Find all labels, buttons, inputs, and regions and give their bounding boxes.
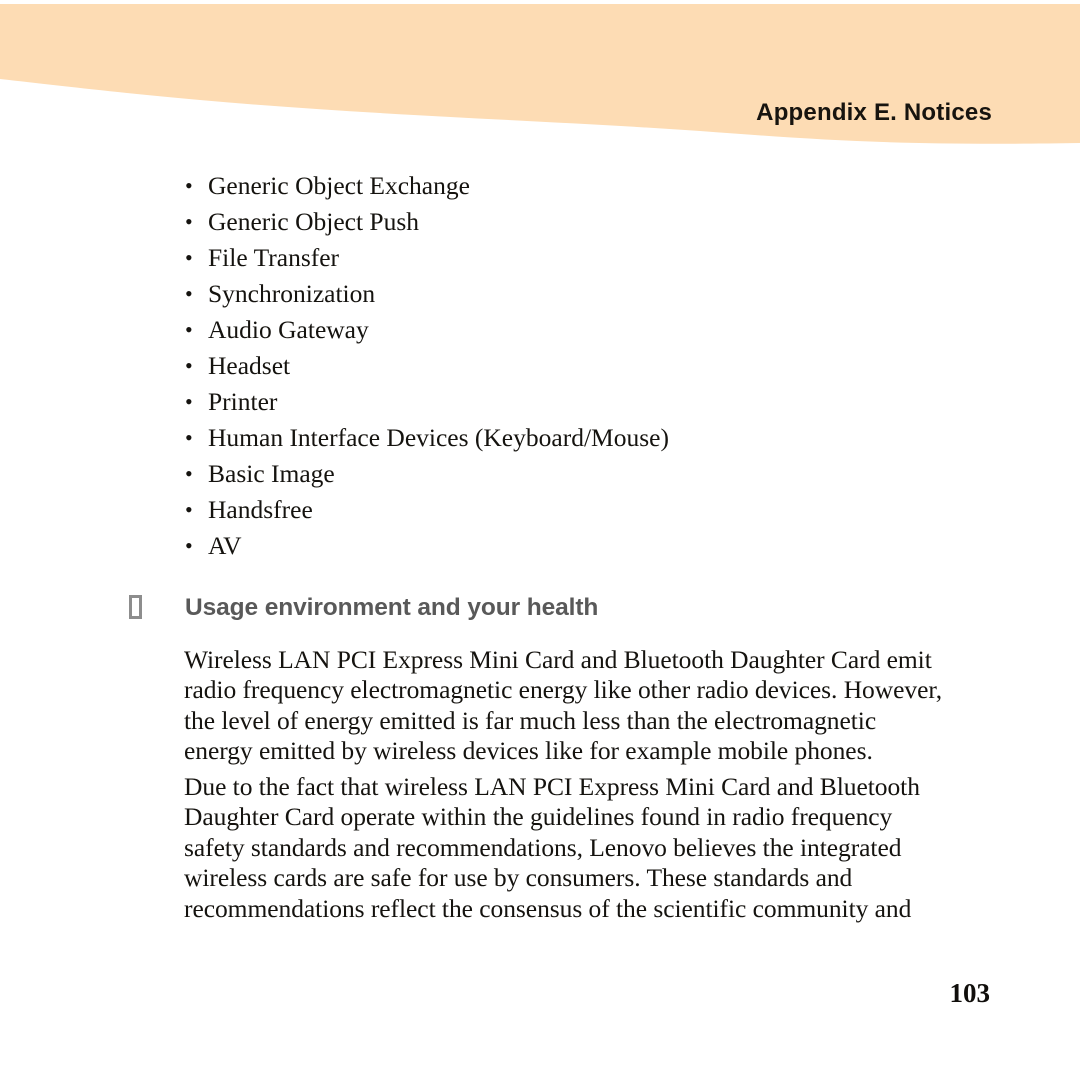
paragraph-line: safety standards and recommendations, Le… [184, 832, 902, 862]
bullet-icon: • [185, 173, 193, 198]
bullet-icon: • [185, 497, 193, 522]
bullet-icon: • [185, 461, 193, 486]
list-item: • File Transfer [0, 240, 1080, 276]
list-item-label: Handsfree [208, 495, 313, 524]
list-item: • Generic Object Exchange [0, 168, 1080, 204]
page-number: 103 [949, 978, 991, 1008]
list-item: • AV [0, 528, 1080, 564]
list-item: • Synchronization [0, 276, 1080, 312]
document-page: Appendix E. Notices • Generic Object Exc… [0, 0, 1080, 1080]
page-title: Appendix E. Notices [756, 99, 992, 126]
section-heading: Usage environment and your health [0, 592, 1080, 626]
bullet-icon: • [185, 281, 193, 306]
list-item-label: Synchronization [208, 279, 376, 308]
body-paragraph: Due to the fact that wireless LAN PCI Ex… [184, 772, 1024, 924]
list-item: • Human Interface Devices (Keyboard/Mous… [0, 420, 1080, 456]
bullet-icon: • [185, 533, 193, 558]
list-item-label: Generic Object Exchange [208, 171, 470, 200]
bullet-icon: • [185, 353, 193, 378]
list-item: • Printer [0, 384, 1080, 420]
bullet-icon: • [185, 245, 193, 270]
bluetooth-profile-list: • Generic Object Exchange • Generic Obje… [0, 168, 1080, 564]
paragraph-line: the level of energy emitted is far much … [184, 705, 877, 735]
list-item: • Headset [0, 348, 1080, 384]
section-heading-label: Usage environment and your health [185, 594, 599, 621]
list-item: • Generic Object Push [0, 204, 1080, 240]
list-item-label: Headset [208, 351, 291, 380]
list-item-label: Audio Gateway [208, 315, 369, 344]
list-item: • Basic Image [0, 456, 1080, 492]
bullet-icon: • [185, 389, 193, 414]
body-paragraph: Wireless LAN PCI Express Mini Card and B… [184, 645, 1024, 767]
list-item-label: Generic Object Push [208, 207, 420, 236]
header-banner-shape [0, 4, 1080, 144]
paragraph-line: wireless cards are safe for use by consu… [184, 863, 853, 893]
header-banner [0, 0, 1080, 160]
list-item: • Audio Gateway [0, 312, 1080, 348]
paragraph-line: Due to the fact that wireless LAN PCI Ex… [184, 772, 920, 801]
bullet-icon: • [185, 209, 193, 234]
paragraph-line: energy emitted by wireless devices like … [184, 736, 873, 766]
list-item: • Handsfree [0, 492, 1080, 528]
paragraph-line: Daughter Card operate within the guideli… [184, 802, 893, 832]
list-item-label: Human Interface Devices (Keyboard/Mouse) [208, 423, 669, 452]
list-item-label: Basic Image [208, 459, 335, 488]
paragraph-line: Wireless LAN PCI Express Mini Card and B… [184, 645, 932, 674]
list-item-label: Printer [208, 387, 278, 416]
bullet-icon: • [185, 317, 193, 342]
missing-glyph-box-icon [129, 595, 142, 619]
bullet-icon: • [185, 425, 193, 450]
paragraph-line: recommendations reflect the consensus of… [184, 893, 912, 923]
paragraph-line: radio frequency electromagnetic energy l… [184, 675, 943, 705]
list-item-label: AV [208, 531, 242, 560]
list-item-label: File Transfer [208, 243, 340, 272]
